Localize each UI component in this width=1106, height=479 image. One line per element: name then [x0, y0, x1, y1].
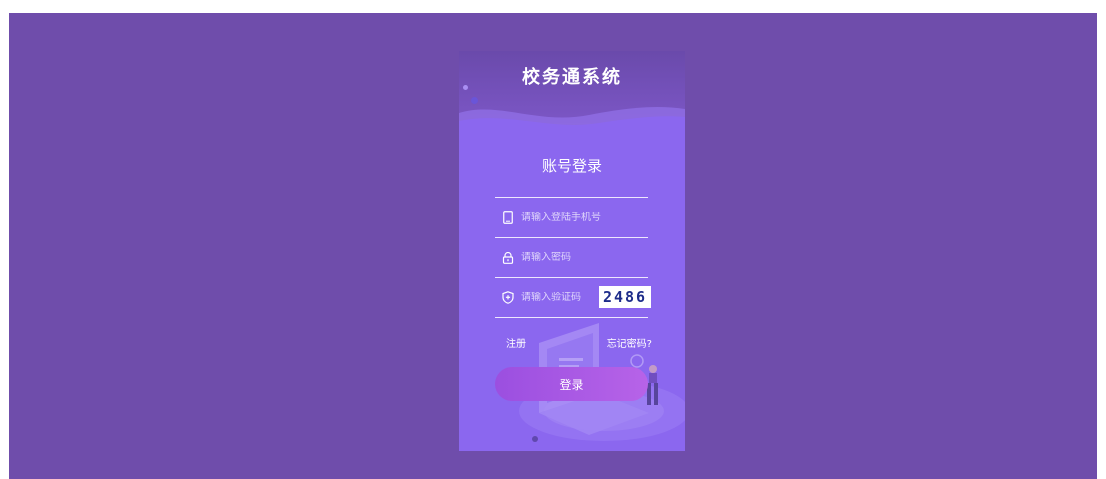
page-background: 校务通系统 账号登录 请输入登陆手机号 请输入验证码 2486 注册 忘记密码?…: [9, 13, 1097, 479]
captcha-image[interactable]: 2486: [599, 286, 651, 308]
form-links: 注册 忘记密码?: [506, 335, 652, 350]
lock-icon: [501, 251, 515, 265]
card-header: 校务通系统: [459, 51, 685, 137]
register-link[interactable]: 注册: [506, 335, 526, 350]
header-wave: [459, 107, 685, 137]
password-input[interactable]: [521, 252, 631, 263]
system-title: 校务通系统: [522, 67, 622, 88]
login-card: 校务通系统 账号登录 请输入登陆手机号 请输入验证码 2486 注册 忘记密码?…: [459, 51, 685, 451]
captcha-field: 2486: [495, 277, 651, 318]
forgot-password-link[interactable]: 忘记密码?: [607, 335, 652, 350]
login-form: 2486: [495, 197, 651, 318]
login-button[interactable]: 登录: [495, 367, 648, 401]
phone-field: [495, 197, 648, 237]
phone-input[interactable]: [521, 212, 631, 223]
password-field: [495, 237, 648, 277]
phone-icon: [501, 211, 515, 225]
login-title: 账号登录: [541, 157, 602, 175]
captcha-input[interactable]: [521, 292, 585, 303]
shield-icon: [501, 291, 515, 305]
